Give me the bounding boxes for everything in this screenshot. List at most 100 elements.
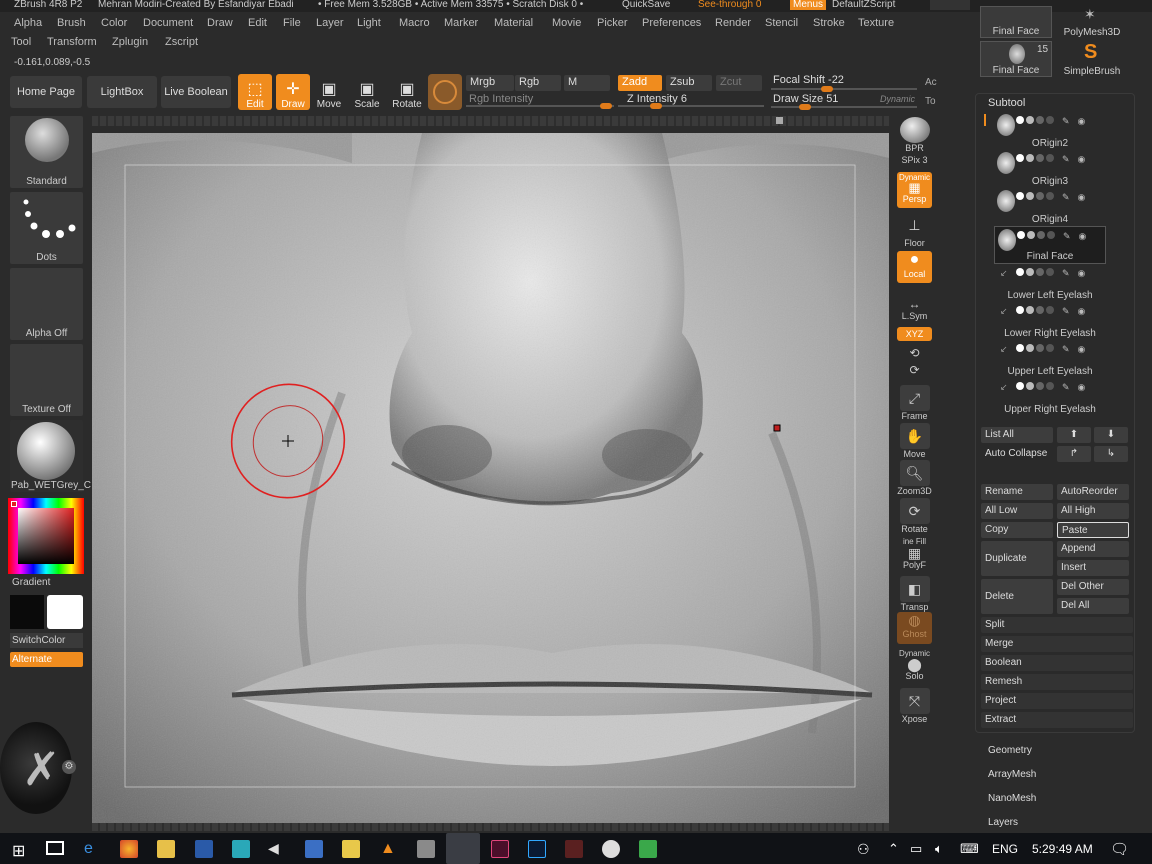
- dot-icon[interactable]: [1046, 154, 1054, 162]
- spix-control[interactable]: SPix 3: [897, 155, 932, 165]
- subtool-scroll-indicator[interactable]: [984, 114, 986, 126]
- menu-preferences[interactable]: Preferences: [638, 16, 705, 30]
- ghost-button[interactable]: ◍ Ghost: [897, 612, 932, 644]
- brush-selector[interactable]: Standard: [10, 116, 83, 188]
- menu-texture[interactable]: Texture: [854, 16, 898, 30]
- eye-icon[interactable]: ◉: [1078, 344, 1086, 354]
- lsym-button[interactable]: ↔ L.Sym: [897, 297, 932, 321]
- subtool-item[interactable]: ✎ ◉ ORigin3: [994, 150, 1106, 188]
- zcut-button[interactable]: Zcut: [716, 75, 762, 91]
- dot-icon[interactable]: [1036, 268, 1044, 276]
- list-all-button[interactable]: List All: [981, 427, 1053, 443]
- dot-icon[interactable]: [1037, 231, 1045, 239]
- z-intensity-slider[interactable]: [618, 103, 764, 109]
- zsub-button[interactable]: Zsub: [666, 75, 712, 91]
- tool-thumb-polymesh3d[interactable]: ✶ PolyMesh3D: [1056, 6, 1128, 38]
- volume-icon[interactable]: 🔈︎: [935, 841, 943, 857]
- frame-button[interactable]: ⤢ Frame: [897, 385, 932, 421]
- material-color-button[interactable]: [428, 74, 462, 110]
- brush-icon[interactable]: ✎: [1062, 306, 1070, 316]
- menus-button[interactable]: Menus: [790, 0, 827, 10]
- file-explorer-icon[interactable]: [157, 840, 175, 858]
- transp-button[interactable]: ◧ Transp: [897, 576, 932, 612]
- z-intensity-handle[interactable]: [650, 103, 662, 109]
- auto-collapse-button[interactable]: Auto Collapse: [981, 446, 1053, 462]
- edge-icon[interactable]: e: [84, 840, 102, 858]
- main-color-swatch[interactable]: [10, 595, 44, 629]
- dot-icon[interactable]: [1036, 344, 1044, 352]
- vlc-icon[interactable]: ▲: [380, 840, 398, 858]
- menu-brush[interactable]: Brush: [53, 16, 90, 30]
- brush-icon[interactable]: ✎: [1062, 268, 1070, 278]
- zoom3d-button[interactable]: 🔍︎ Zoom3D: [897, 460, 932, 496]
- dot-icon[interactable]: [1036, 382, 1044, 390]
- subtool-item[interactable]: ✎ ◉ Final Face: [994, 226, 1106, 264]
- dot-icon[interactable]: [1026, 306, 1034, 314]
- all-low-button[interactable]: All Low: [981, 503, 1053, 519]
- draw-size-slider[interactable]: [771, 104, 917, 110]
- dot-icon[interactable]: [1046, 192, 1054, 200]
- m-button[interactable]: M: [564, 75, 610, 91]
- menu-tool[interactable]: Tool: [7, 35, 35, 49]
- app-icon-5[interactable]: [565, 840, 583, 858]
- move-up-button[interactable]: ⬆: [1057, 427, 1091, 443]
- brush-icon[interactable]: ✎: [1062, 192, 1070, 202]
- dot-icon[interactable]: [1036, 116, 1044, 124]
- language-indicator[interactable]: ENG: [992, 842, 1018, 856]
- secondary-color-swatch[interactable]: [47, 595, 83, 629]
- eye-icon[interactable]: ◉: [1078, 382, 1086, 392]
- tool-thumb-final-face-2[interactable]: 15 Final Face: [980, 41, 1052, 77]
- menu-zplugin[interactable]: Zplugin: [108, 35, 152, 49]
- nanomesh-section[interactable]: NanoMesh: [988, 793, 1036, 804]
- window-controls[interactable]: [930, 0, 970, 10]
- home-page-button[interactable]: Home Page: [10, 76, 82, 108]
- del-all-button[interactable]: Del All: [1057, 598, 1129, 614]
- rgb-button[interactable]: Rgb: [515, 75, 561, 91]
- auto-reorder-button[interactable]: AutoReorder: [1057, 484, 1129, 500]
- word-icon[interactable]: [195, 840, 213, 858]
- gear-icon[interactable]: ⚙: [62, 760, 76, 774]
- insert-button[interactable]: Insert: [1057, 560, 1129, 576]
- visibility-dot-icon[interactable]: [1016, 116, 1024, 124]
- dynamic-label[interactable]: Dynamic: [880, 94, 915, 104]
- rgb-intensity-slider[interactable]: [466, 103, 614, 109]
- focal-shift-slider[interactable]: [771, 86, 917, 92]
- bpr-button[interactable]: BPR: [897, 117, 932, 153]
- layers-section[interactable]: Layers: [988, 817, 1018, 828]
- menu-zscript[interactable]: Zscript: [161, 35, 202, 49]
- merge-section[interactable]: Merge: [981, 636, 1133, 652]
- solo-button[interactable]: Dynamic ⬤ Solo: [897, 648, 932, 681]
- extract-section[interactable]: Extract: [981, 712, 1133, 728]
- firefox-icon[interactable]: [120, 840, 138, 858]
- floor-button[interactable]: ⊥ Floor: [897, 212, 932, 249]
- focal-shift-handle[interactable]: [821, 86, 833, 92]
- dot-icon[interactable]: [1026, 192, 1034, 200]
- visibility-dot-icon[interactable]: [1017, 231, 1025, 239]
- visibility-dot-icon[interactable]: [1016, 306, 1024, 314]
- subtool-item[interactable]: ↙ ✎ ◉ Lower Right Eyelash: [994, 302, 1106, 340]
- gradient-button[interactable]: Gradient: [12, 577, 50, 588]
- subtool-item[interactable]: ✎ ◉ ORigin4: [994, 188, 1106, 226]
- action-center-icon[interactable]: 🗨︎: [1110, 840, 1129, 858]
- duplicate-button[interactable]: Duplicate: [981, 541, 1053, 576]
- eye-icon[interactable]: ◉: [1078, 116, 1086, 126]
- rename-button[interactable]: Rename: [981, 484, 1053, 500]
- live-boolean-button[interactable]: Live Boolean: [161, 76, 231, 108]
- subtool-item[interactable]: ↙ ✎ ◉ Upper Right Eyelash: [994, 378, 1106, 416]
- ruler-marker[interactable]: [776, 117, 783, 124]
- geometry-section[interactable]: Geometry: [988, 745, 1032, 756]
- subtool-title[interactable]: Subtool: [988, 97, 1025, 109]
- color-picker-sv[interactable]: [18, 508, 74, 564]
- subtool-item[interactable]: ✎ ◉ ORigin2: [994, 112, 1106, 150]
- move-mode-button[interactable]: ▣ Move: [314, 74, 344, 111]
- subtool-item[interactable]: ↙ ✎ ◉ Lower Left Eyelash: [994, 264, 1106, 302]
- menu-material[interactable]: Material: [490, 16, 537, 30]
- brush-icon[interactable]: ✎: [1062, 382, 1070, 392]
- brush-icon[interactable]: ✎: [1063, 231, 1071, 241]
- eye-icon[interactable]: ◉: [1079, 231, 1087, 241]
- focal-shift-control[interactable]: Focal Shift -22: [773, 74, 844, 86]
- tool-thumb-final-face[interactable]: Final Face: [980, 6, 1052, 38]
- color-picker-cursor[interactable]: [11, 501, 17, 507]
- material-selector[interactable]: Pab_WETGrey_C: [10, 420, 91, 492]
- eye-icon[interactable]: ◉: [1078, 154, 1086, 164]
